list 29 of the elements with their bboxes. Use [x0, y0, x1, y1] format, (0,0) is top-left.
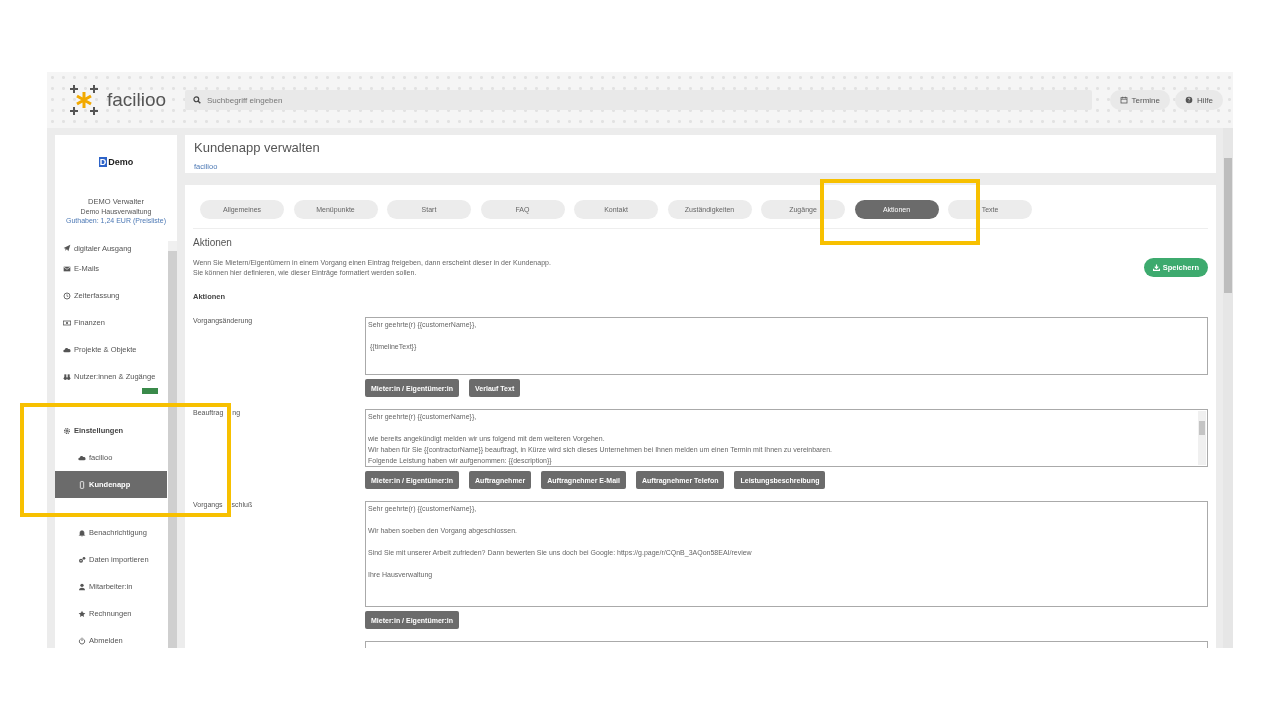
scrollbar[interactable] — [1223, 128, 1233, 648]
clock-icon — [63, 291, 71, 300]
phone-icon — [78, 480, 86, 489]
envelope-icon — [63, 264, 71, 273]
logo-text: facilioo — [107, 89, 167, 111]
power-icon — [78, 636, 86, 645]
banknote-icon — [63, 318, 71, 327]
paper-plane-icon — [63, 244, 71, 252]
logo-icon — [67, 85, 101, 115]
cloud-icon — [63, 345, 71, 354]
badge — [141, 387, 159, 395]
star-icon — [78, 609, 86, 618]
cloud-icon — [78, 453, 86, 462]
gears-icon — [78, 555, 86, 564]
user-icon — [78, 582, 86, 591]
download-icon — [1152, 264, 1160, 271]
help-icon — [1185, 96, 1193, 104]
settings-icon — [63, 426, 71, 435]
company-logo: D Demo — [98, 157, 134, 167]
scrollbar[interactable] — [168, 241, 177, 648]
bell-icon — [78, 528, 86, 537]
calendar-icon — [1119, 96, 1128, 104]
help-button[interactable]: Hilfe — [1175, 90, 1223, 110]
section-title: Aktionen — [193, 237, 233, 248]
search-icon — [193, 96, 201, 104]
search-field[interactable]: Suchbegriff eingeben — [185, 90, 1092, 110]
binoculars-icon — [63, 372, 71, 381]
appointments-button[interactable]: Termine — [1109, 90, 1170, 110]
page-title: Kundenapp verwalten — [194, 140, 321, 155]
